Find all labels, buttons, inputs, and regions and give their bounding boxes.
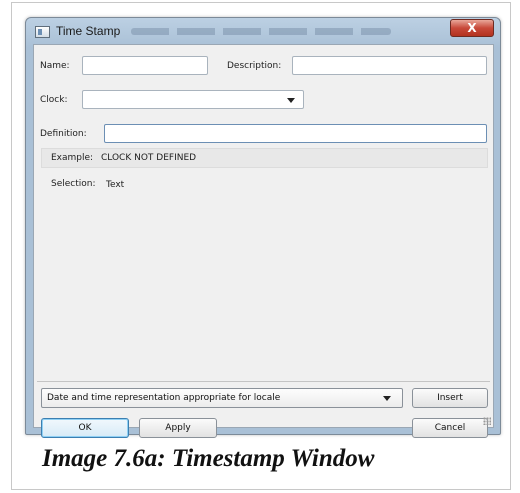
resize-grip-icon[interactable]	[483, 417, 491, 425]
title-bar[interactable]: Time Stamp X	[26, 18, 500, 44]
name-input[interactable]	[82, 56, 208, 75]
dialog-body: Name: Description: Clock: Definition: Ex…	[33, 44, 494, 438]
ok-button[interactable]: OK	[41, 418, 129, 438]
name-label: Name:	[40, 61, 70, 71]
apply-button[interactable]: Apply	[139, 418, 217, 438]
separator	[37, 381, 490, 382]
example-value: CLOCK NOT DEFINED	[101, 153, 197, 163]
time-stamp-window: Time Stamp X Name: Description: Clock: D…	[25, 17, 501, 438]
definition-input[interactable]	[104, 124, 487, 143]
clock-dropdown[interactable]	[82, 90, 304, 109]
clock-label: Clock:	[40, 95, 68, 105]
selection-label: Selection:	[51, 179, 96, 189]
figure-caption: Image 7.6a: Timestamp Window	[42, 445, 375, 472]
format-dropdown[interactable]: Date and time representation appropriate…	[41, 388, 403, 408]
window-icon	[35, 26, 50, 38]
title-bar-blur	[131, 28, 391, 35]
example-label: Example:	[51, 153, 94, 163]
definition-label: Definition:	[40, 129, 87, 139]
insert-button[interactable]: Insert	[412, 388, 488, 408]
window-title: Time Stamp	[56, 24, 121, 38]
description-input[interactable]	[292, 56, 487, 75]
format-dropdown-value: Date and time representation appropriate…	[47, 393, 281, 403]
cancel-button[interactable]: Cancel	[412, 418, 488, 438]
dropdown-arrow-icon	[287, 98, 295, 103]
close-icon: X	[467, 21, 477, 35]
selection-value: Text	[106, 180, 125, 190]
description-label: Description:	[227, 61, 282, 71]
close-button[interactable]: X	[450, 19, 494, 37]
dropdown-arrow-icon	[383, 396, 391, 401]
